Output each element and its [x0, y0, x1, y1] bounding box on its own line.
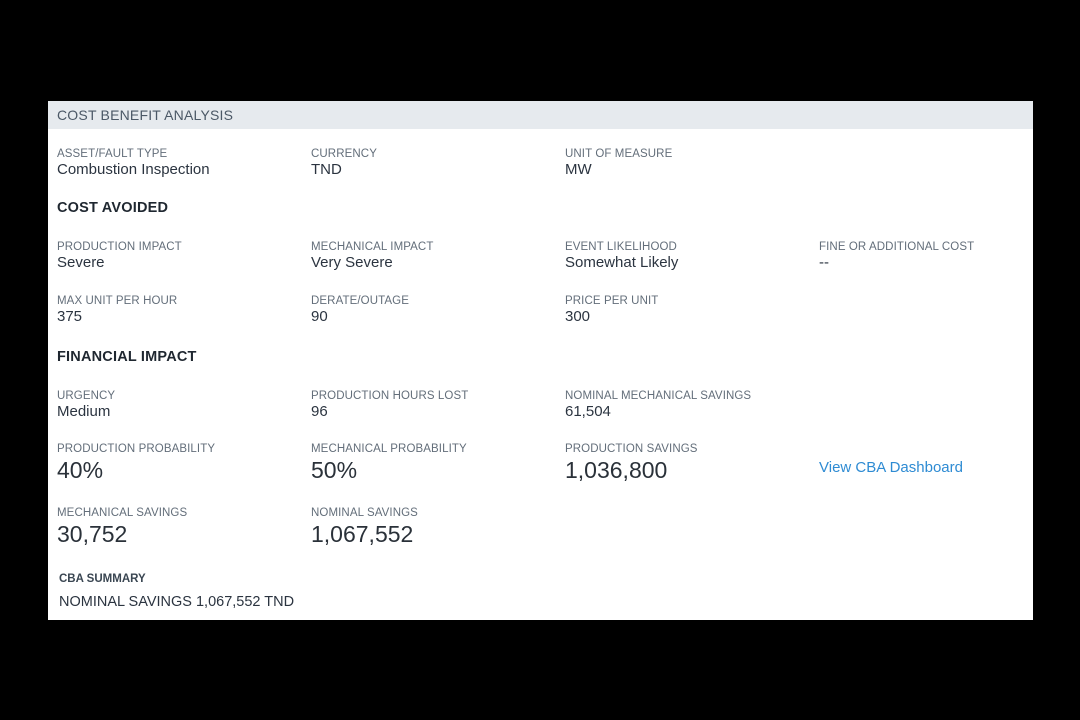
- event-likelihood-label: EVENT LIKELIHOOD: [565, 241, 677, 253]
- production-probability-field: PRODUCTION PROBABILITY 40%: [57, 443, 215, 484]
- unit-of-measure-field: UNIT OF MEASURE MW: [565, 148, 672, 178]
- production-savings-label: PRODUCTION SAVINGS: [565, 443, 698, 455]
- cost-avoided-heading: COST AVOIDED: [57, 200, 169, 216]
- asset-fault-type-label: ASSET/FAULT TYPE: [57, 148, 168, 160]
- nominal-mechanical-savings-label: NOMINAL MECHANICAL SAVINGS: [565, 390, 752, 402]
- mechanical-savings-label: MECHANICAL SAVINGS: [57, 507, 188, 519]
- asset-fault-type-value: Combustion Inspection: [57, 161, 210, 178]
- fine-or-additional-cost-value: --: [819, 254, 829, 271]
- urgency-value: Medium: [57, 403, 111, 420]
- cba-summary-label: CBA SUMMARY: [59, 573, 146, 585]
- nominal-savings-field: NOMINAL SAVINGS 1,067,552: [311, 507, 418, 548]
- production-impact-field: PRODUCTION IMPACT Severe: [57, 241, 182, 271]
- production-probability-label: PRODUCTION PROBABILITY: [57, 443, 216, 455]
- view-cba-dashboard-link[interactable]: View CBA Dashboard: [819, 459, 963, 476]
- event-likelihood-value: Somewhat Likely: [565, 254, 679, 271]
- event-likelihood-field: EVENT LIKELIHOOD Somewhat Likely: [565, 241, 678, 271]
- price-per-unit-value: 300: [565, 308, 591, 325]
- mechanical-impact-field: MECHANICAL IMPACT Very Severe: [311, 241, 433, 271]
- price-per-unit-field: PRICE PER UNIT 300: [565, 295, 658, 325]
- fine-or-additional-cost-field: FINE OR ADDITIONAL COST --: [819, 241, 974, 271]
- cost-benefit-analysis-panel: COST BENEFIT ANALYSIS ASSET/FAULT TYPE C…: [48, 101, 1033, 620]
- unit-of-measure-label: UNIT OF MEASURE: [565, 148, 673, 160]
- mechanical-probability-value: 50%: [311, 457, 358, 483]
- currency-value: TND: [311, 161, 342, 178]
- production-hours-lost-field: PRODUCTION HOURS LOST 96: [311, 390, 468, 420]
- cba-summary-text: NOMINAL SAVINGS 1,067,552 TND: [59, 594, 295, 610]
- mechanical-impact-value: Very Severe: [311, 254, 393, 271]
- asset-fault-type-field: ASSET/FAULT TYPE Combustion Inspection: [57, 148, 210, 178]
- max-unit-per-hour-field: MAX UNIT PER HOUR 375: [57, 295, 177, 325]
- derate-outage-value: 90: [311, 308, 328, 325]
- mechanical-probability-field: MECHANICAL PROBABILITY 50%: [311, 443, 467, 484]
- production-hours-lost-label: PRODUCTION HOURS LOST: [311, 390, 469, 402]
- fine-or-additional-cost-label: FINE OR ADDITIONAL COST: [819, 241, 975, 253]
- mechanical-probability-label: MECHANICAL PROBABILITY: [311, 443, 467, 455]
- production-impact-label: PRODUCTION IMPACT: [57, 241, 182, 253]
- mechanical-impact-label: MECHANICAL IMPACT: [311, 241, 434, 253]
- production-savings-value: 1,036,800: [565, 457, 668, 483]
- nominal-savings-label: NOMINAL SAVINGS: [311, 507, 418, 519]
- max-unit-per-hour-label: MAX UNIT PER HOUR: [57, 295, 178, 307]
- price-per-unit-label: PRICE PER UNIT: [565, 295, 659, 307]
- urgency-label: URGENCY: [57, 390, 116, 402]
- unit-of-measure-value: MW: [565, 161, 592, 178]
- production-impact-value: Severe: [57, 254, 105, 271]
- production-savings-field: PRODUCTION SAVINGS 1,036,800: [565, 443, 698, 484]
- production-probability-value: 40%: [57, 457, 104, 483]
- max-unit-per-hour-value: 375: [57, 308, 83, 325]
- derate-outage-label: DERATE/OUTAGE: [311, 295, 409, 307]
- panel-title: COST BENEFIT ANALYSIS: [48, 101, 1033, 129]
- mechanical-savings-value: 30,752: [57, 521, 128, 547]
- nominal-mechanical-savings-field: NOMINAL MECHANICAL SAVINGS 61,504: [565, 390, 751, 420]
- nominal-mechanical-savings-value: 61,504: [565, 403, 611, 420]
- urgency-field: URGENCY Medium: [57, 390, 115, 420]
- currency-field: CURRENCY TND: [311, 148, 377, 178]
- financial-impact-heading: FINANCIAL IMPACT: [57, 349, 197, 365]
- currency-label: CURRENCY: [311, 148, 377, 160]
- production-hours-lost-value: 96: [311, 403, 328, 420]
- derate-outage-field: DERATE/OUTAGE 90: [311, 295, 409, 325]
- nominal-savings-value: 1,067,552: [311, 521, 414, 547]
- mechanical-savings-field: MECHANICAL SAVINGS 30,752: [57, 507, 187, 548]
